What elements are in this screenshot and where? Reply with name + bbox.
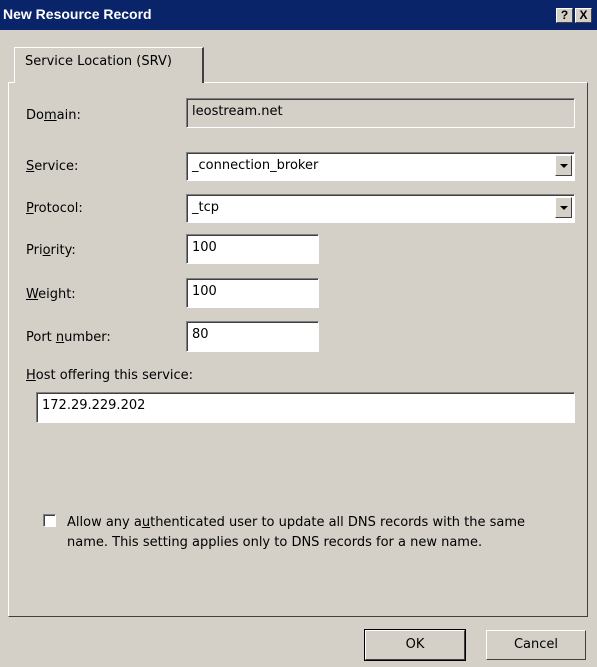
host-label: Host offering this service: bbox=[26, 368, 194, 383]
close-button[interactable]: X bbox=[575, 8, 592, 23]
priority-value: 100 bbox=[192, 240, 217, 255]
title-bar: New Resource Record ? X bbox=[0, 0, 597, 30]
port-label: Port number: bbox=[26, 330, 111, 345]
port-value: 80 bbox=[192, 327, 209, 342]
service-label: Service: bbox=[26, 159, 79, 174]
protocol-label: Protocol: bbox=[26, 201, 83, 216]
domain-value: leostream.net bbox=[192, 104, 283, 119]
port-input[interactable]: 80 bbox=[186, 321, 319, 352]
tab-label: Service Location (SRV) bbox=[25, 54, 172, 69]
priority-input[interactable]: 100 bbox=[186, 234, 319, 264]
domain-label: Domain: bbox=[26, 108, 81, 123]
weight-value: 100 bbox=[192, 284, 217, 299]
host-value: 172.29.229.202 bbox=[42, 398, 146, 413]
help-button[interactable]: ? bbox=[556, 8, 573, 23]
cancel-button[interactable]: Cancel bbox=[486, 630, 586, 660]
protocol-value: _tcp bbox=[192, 200, 219, 215]
domain-field: leostream.net bbox=[186, 98, 575, 128]
chevron-down-icon[interactable] bbox=[555, 155, 572, 176]
protocol-dropdown[interactable]: _tcp bbox=[186, 194, 575, 223]
allow-update-checkbox[interactable] bbox=[43, 514, 56, 527]
service-dropdown[interactable]: _connection_broker bbox=[186, 152, 575, 181]
ok-button[interactable]: OK bbox=[364, 629, 466, 661]
service-value: _connection_broker bbox=[192, 158, 319, 173]
host-input[interactable]: 172.29.229.202 bbox=[36, 392, 575, 423]
window-title: New Resource Record bbox=[3, 6, 152, 22]
weight-input[interactable]: 100 bbox=[186, 278, 319, 308]
priority-label: Priority: bbox=[26, 243, 76, 258]
allow-update-label: Allow any authenticated user to update a… bbox=[67, 515, 526, 550]
weight-label: Weight: bbox=[26, 287, 76, 302]
tab-service-location[interactable]: Service Location (SRV) bbox=[14, 47, 204, 83]
chevron-down-icon[interactable] bbox=[555, 197, 572, 218]
